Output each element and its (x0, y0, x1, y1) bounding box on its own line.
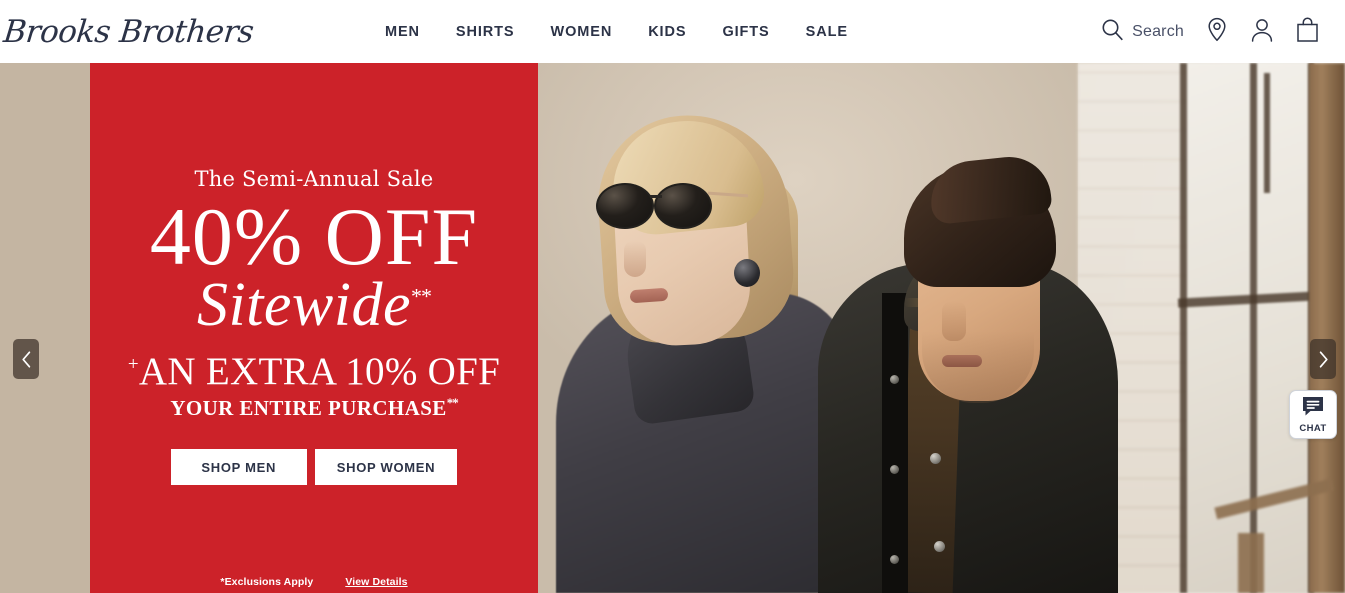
header-tools: Search (1100, 0, 1319, 63)
model-woman-lips (629, 287, 669, 304)
photo-window-mullion (1250, 63, 1257, 593)
model-man-coat-snap (890, 555, 899, 564)
location-pin-icon[interactable] (1206, 17, 1228, 47)
promo-content: The Semi-Annual Sale 40% OFF Sitewide** … (90, 63, 538, 593)
promo-extra-text: AN EXTRA 10% OFF (138, 350, 501, 394)
promo-purchase-text: YOUR ENTIRE PURCHASE (170, 396, 447, 421)
promo-purchase-line: YOUR ENTIRE PURCHASE** (170, 395, 459, 421)
promo-purchase-superscript: ** (446, 395, 459, 411)
exclusions-note: *Exclusions Apply (220, 576, 314, 588)
promo-extra-offer: +AN EXTRA 10% OFF (127, 350, 501, 394)
model-man-coat-snap (934, 541, 945, 552)
chevron-left-icon (21, 350, 32, 368)
nav-item-gifts[interactable]: GIFTS (722, 24, 769, 40)
search-label: Search (1132, 22, 1184, 40)
chat-widget-button[interactable]: CHAT (1289, 390, 1337, 439)
photo-wood-beam (1238, 533, 1264, 593)
carousel-next-button[interactable] (1310, 339, 1336, 379)
sunglass-lens-right (654, 183, 712, 229)
main-navigation: MEN SHIRTS WOMEN KIDS GIFTS SALE (385, 0, 848, 63)
hero-image (538, 63, 1345, 593)
photo-window-mullion (1180, 63, 1187, 593)
photo-wood-post (1309, 63, 1345, 593)
page-root: Brooks Brothers MEN SHIRTS WOMEN KIDS GI… (0, 0, 1345, 593)
sunglass-lens-left (596, 183, 654, 229)
model-woman-earring (734, 259, 760, 287)
shop-men-button[interactable]: SHOP MEN (170, 449, 307, 486)
promo-cta-group: SHOP MEN SHOP WOMEN (170, 449, 458, 486)
model-man-coat-placket (882, 293, 908, 593)
hero-carousel-slide: The Semi-Annual Sale 40% OFF Sitewide** … (0, 63, 1345, 593)
promo-headline: 40% OFF (149, 190, 479, 282)
model-woman-sunglasses (596, 183, 749, 231)
shop-women-button[interactable]: SHOP WOMEN (314, 449, 458, 486)
nav-item-kids[interactable]: KIDS (648, 24, 686, 40)
nav-item-sale[interactable]: SALE (806, 24, 848, 40)
promo-subheadline-superscript: ** (411, 283, 432, 309)
carousel-prev-button[interactable] (13, 339, 39, 379)
nav-item-men[interactable]: MEN (385, 24, 420, 40)
sunglass-bridge (650, 195, 662, 198)
model-woman-nose (624, 241, 646, 277)
promo-eyebrow: The Semi-Annual Sale (194, 166, 434, 191)
nav-item-shirts[interactable]: SHIRTS (456, 24, 515, 40)
brooks-brothers-wordmark[interactable]: Brooks Brothers (2, 10, 256, 54)
promo-subheadline: Sitewide** (196, 271, 432, 340)
promo-plus-sign: + (127, 354, 139, 376)
site-header: Brooks Brothers MEN SHIRTS WOMEN KIDS GI… (0, 0, 1345, 63)
promo-subheadline-text: Sitewide (196, 271, 412, 340)
model-man-coat-snap (890, 465, 899, 474)
chat-label: CHAT (1299, 423, 1327, 434)
model-man-coat-snap (890, 375, 899, 384)
search-button[interactable]: Search (1100, 17, 1184, 47)
model-man-lips (942, 355, 982, 367)
search-icon (1100, 17, 1125, 47)
model-man-coat-snap (930, 453, 941, 464)
user-account-icon[interactable] (1250, 17, 1274, 47)
model-man-nose (942, 301, 966, 341)
view-details-link[interactable]: View Details (345, 576, 407, 588)
hero-left-band (0, 63, 90, 593)
shopping-bag-icon[interactable] (1296, 16, 1319, 47)
photo-window-mullion (1264, 73, 1270, 193)
promo-panel: The Semi-Annual Sale 40% OFF Sitewide** … (90, 63, 538, 593)
chevron-right-icon (1318, 350, 1329, 368)
promo-footnote: *Exclusions Apply View Details (90, 576, 538, 588)
chat-bubble-icon (1301, 395, 1325, 422)
nav-item-women[interactable]: WOMEN (551, 24, 613, 40)
